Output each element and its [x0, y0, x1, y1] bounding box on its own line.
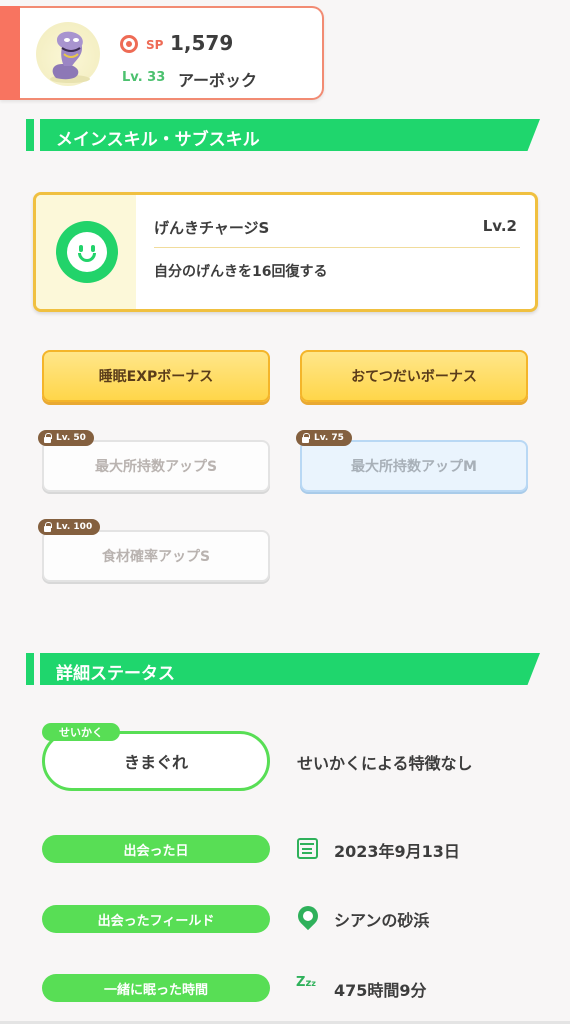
lock-level-tag: Lv. 75 [296, 430, 352, 446]
slept-time-value: 475時間9分 [334, 981, 427, 1000]
lock-level-text: Lv. 50 [56, 433, 86, 443]
section-header-bar [26, 119, 34, 151]
calendar-icon [297, 838, 318, 859]
main-skill-name: げんきチャージS [154, 219, 270, 237]
met-field-value: シアンの砂浜 [334, 911, 430, 930]
lock-level-tag: Lv. 100 [38, 519, 101, 535]
arbok-sprite-icon [50, 31, 90, 83]
skills-section-header: メインスキル・サブスキル [26, 119, 540, 151]
met-date-value: 2023年9月13日 [334, 842, 460, 861]
nature-tag: せいかく [42, 723, 120, 741]
section-title: メインスキル・サブスキル [56, 130, 260, 150]
main-skill-card[interactable]: げんきチャージS Lv.2 自分のげんきを16回復する [33, 192, 538, 312]
nature-value: きまぐれ [123, 753, 188, 772]
card-accent-strip [0, 6, 20, 100]
location-pin-icon [293, 901, 323, 931]
pokemon-summary-card[interactable]: SP 1,579 Lv. 33 アーボック [0, 6, 324, 100]
sub-skill-label: 食材確率アップS [101, 549, 211, 565]
lock-level-text: Lv. 75 [314, 433, 344, 443]
lock-level-text: Lv. 100 [56, 522, 93, 532]
sp-value: 1,579 [170, 31, 234, 55]
main-skill-description: 自分のげんきを16回復する [154, 264, 328, 280]
sub-skill-label: 最大所持数アップM [351, 459, 477, 475]
lock-icon [44, 521, 52, 532]
lock-icon [302, 432, 310, 443]
pokemon-name: アーボック [178, 71, 258, 90]
sub-skill-button-1[interactable]: 睡眠EXPボーナス [42, 350, 270, 402]
sub-skill-label: おてつだいボーナス [351, 369, 477, 385]
sub-skill-button-5[interactable]: 食材確率アップS [42, 530, 270, 582]
section-title: 詳細ステータス [56, 664, 175, 684]
lock-icon [44, 432, 52, 443]
sp-label: SP [146, 38, 164, 52]
sub-skill-label: 最大所持数アップS [94, 459, 218, 475]
met-field-label: 出会ったフィールド [42, 905, 270, 933]
main-skill-level: Lv.2 [482, 217, 517, 235]
sub-skill-label: 睡眠EXPボーナス [98, 369, 214, 385]
divider [154, 247, 520, 248]
smiley-face-icon [56, 221, 118, 283]
lock-level-tag: Lv. 50 [38, 430, 94, 446]
sub-skill-button-3[interactable]: 最大所持数アップS [42, 440, 270, 492]
nature-description: せいかくによる特徴なし [297, 754, 473, 773]
sub-skill-button-4[interactable]: 最大所持数アップM [300, 440, 528, 492]
section-header-bar [26, 653, 34, 685]
skill-icon-pane [36, 195, 136, 309]
pokemon-avatar [36, 22, 100, 86]
pokeball-sp-icon [120, 35, 138, 53]
details-section-header: 詳細ステータス [26, 653, 540, 685]
zzz-sleep-icon: Zzz [296, 975, 316, 990]
pokemon-level: Lv. 33 [122, 70, 166, 85]
sub-skill-button-2[interactable]: おてつだいボーナス [300, 350, 528, 402]
slept-time-label: 一緒に眠った時間 [42, 974, 270, 1002]
met-date-label: 出会った日 [42, 835, 270, 863]
